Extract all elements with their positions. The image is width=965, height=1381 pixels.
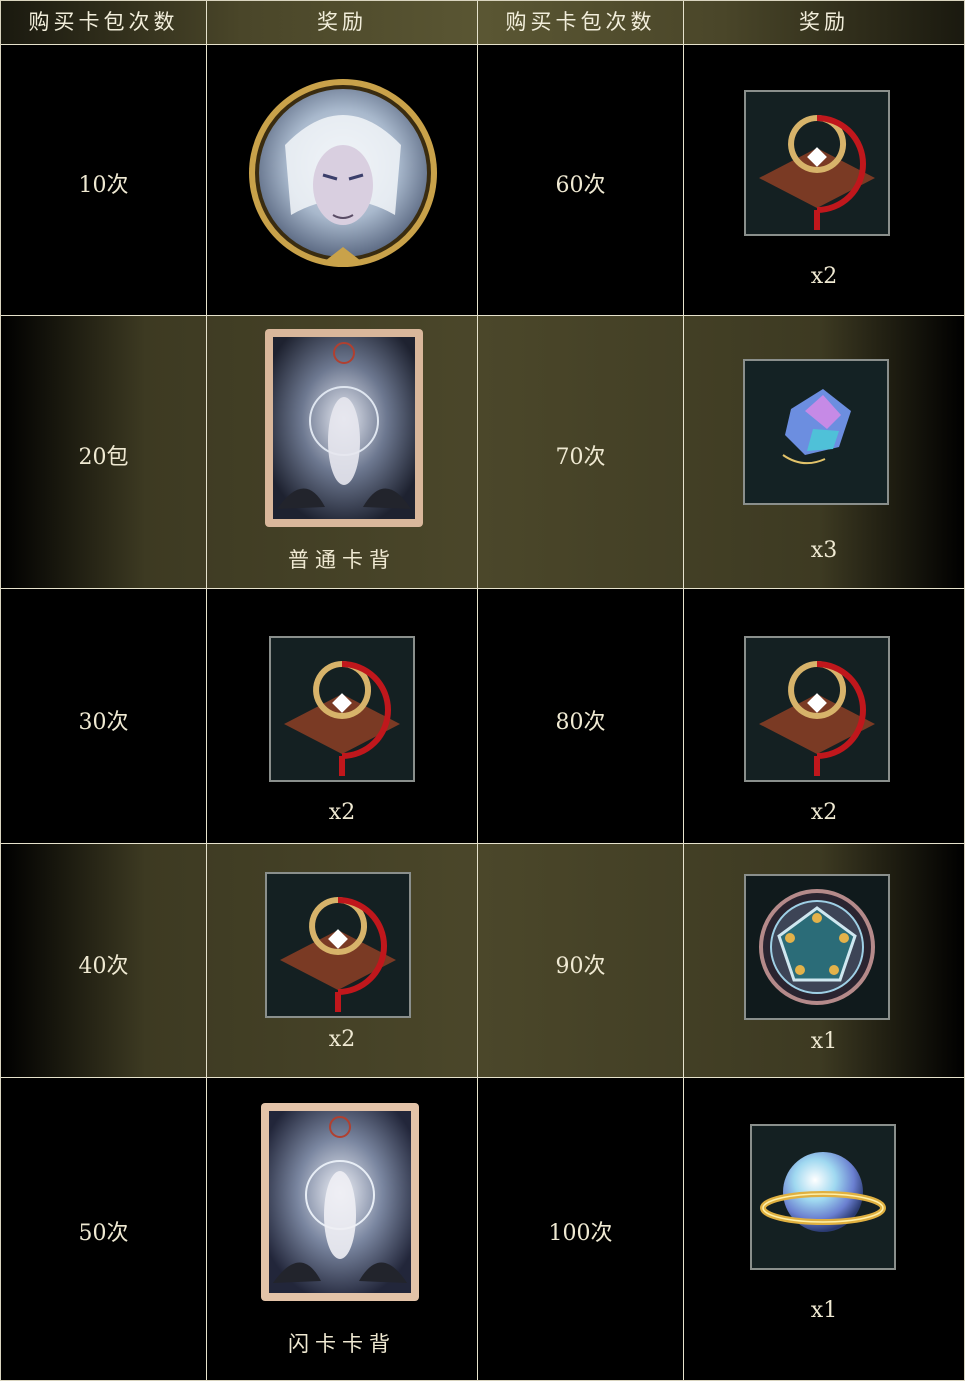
reward-caption: 普通卡背 (288, 548, 396, 572)
header-reward-2: 奖励 (799, 10, 849, 34)
crystal-shard-icon (743, 359, 889, 505)
reward-caption: 闪卡卡背 (288, 1332, 396, 1356)
purchase-count: 10次 (78, 173, 129, 198)
header-reward: 奖励 (207, 1, 478, 44)
silver-hair-character-avatar-icon (249, 79, 437, 267)
reward-quantity: x1 (810, 1298, 838, 1323)
reward-quantity: x3 (810, 538, 838, 563)
purchase-count: 100次 (548, 1221, 613, 1246)
table-row: 20包 普通卡背 70次 x3 (1, 316, 964, 589)
card-back-art-icon (261, 1103, 419, 1301)
table-row: 40次 x2 90次 x1 (1, 844, 964, 1078)
header-purchase-count: 购买卡包次数 (1, 1, 207, 44)
red-gold-knot-emblem-icon (744, 636, 890, 782)
pentagon-rune-disc-icon (744, 874, 890, 1020)
purchase-count: 90次 (555, 954, 606, 979)
table-row: 10次 60次 x2 (1, 45, 964, 316)
reward-quantity: x2 (810, 800, 838, 825)
card-back-art-icon (265, 329, 423, 527)
purchase-count: 40次 (78, 954, 129, 979)
table-row: 50次 闪卡卡背 100次 x1 (1, 1078, 964, 1380)
purchase-count: 80次 (555, 710, 606, 735)
red-gold-knot-emblem-icon (269, 636, 415, 782)
reward-table: 购买卡包次数 奖励 购买卡包次数 奖励 10次 60次 x2 20包 普通卡背 … (0, 0, 965, 1381)
purchase-count: 60次 (555, 173, 606, 198)
purchase-count: 20包 (78, 445, 129, 470)
reward-quantity: x2 (328, 800, 356, 825)
header-purchase-count-2: 购买卡包次数 (478, 1, 684, 44)
table-header: 购买卡包次数 奖励 购买卡包次数 奖励 (1, 1, 964, 45)
red-gold-knot-emblem-icon (265, 872, 411, 1018)
purchase-count: 70次 (555, 445, 606, 470)
reward-quantity: x2 (328, 1027, 356, 1052)
purchase-count: 50次 (78, 1221, 129, 1246)
purchase-count: 30次 (78, 710, 129, 735)
crystal-orb-ring-icon (750, 1124, 896, 1270)
reward-quantity: x2 (810, 264, 838, 289)
red-gold-knot-emblem-icon (744, 90, 890, 236)
table-row: 30次 x2 80次 x2 (1, 589, 964, 844)
reward-quantity: x1 (810, 1029, 838, 1054)
